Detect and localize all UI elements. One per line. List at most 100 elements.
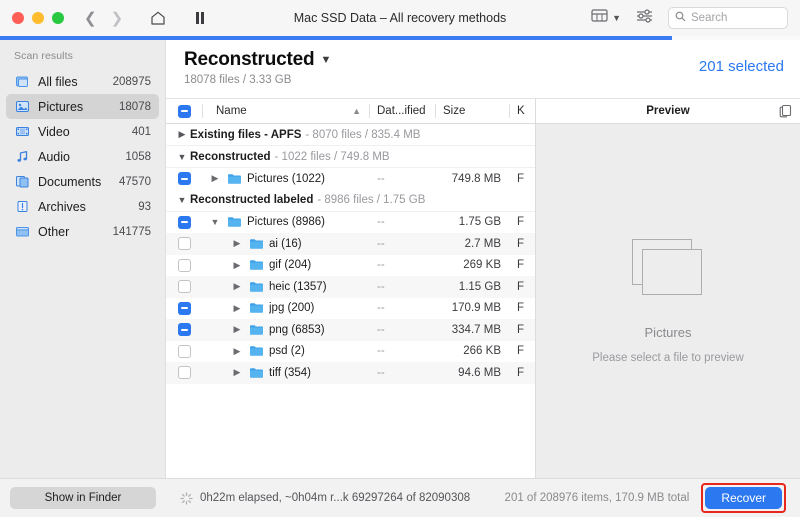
group-label: Existing files - APFS: [190, 128, 302, 141]
chevron-right-icon[interactable]: ▶: [230, 303, 244, 314]
row-checkbox[interactable]: [166, 323, 202, 337]
preview-header: Preview: [536, 99, 800, 124]
sidebar-item-pictures[interactable]: Pictures 18078: [6, 94, 159, 119]
checkbox-off-icon: [177, 280, 191, 294]
row-date-cell: --: [377, 237, 385, 250]
app-window: ❮ ❯ Mac SSD Data – All recovery methods …: [0, 0, 800, 517]
row-size-cell: 1.15 GB: [458, 280, 501, 293]
home-icon[interactable]: [149, 9, 167, 27]
column-header-date-modified[interactable]: Dat...ified: [369, 99, 435, 123]
row-label: gif (204): [269, 259, 312, 272]
table-group-row[interactable]: ▼ Reconstructed - 1022 files / 749.8 MB: [166, 146, 535, 168]
table-row[interactable]: ▶ Pictures (1022) -- 749.8 MB F: [166, 168, 535, 190]
recovery-method-selector[interactable]: Reconstructed ▼: [184, 49, 331, 71]
chevron-down-icon[interactable]: ▼: [174, 152, 190, 162]
chevron-down-icon[interactable]: ▼: [208, 217, 222, 227]
table-row[interactable]: ▶ psd (2) -- 266 KB F: [166, 341, 535, 363]
table-row[interactable]: ▶ png (6853) -- 334.7 MB F: [166, 319, 535, 341]
chevron-right-icon[interactable]: ▶: [230, 238, 244, 249]
recover-button[interactable]: Recover: [705, 487, 782, 509]
checkbox-mixed-icon: [177, 323, 191, 337]
sidebar-item-label: Audio: [38, 149, 70, 164]
row-date-cell: --: [377, 302, 385, 315]
sidebar-item-video[interactable]: Video 401: [6, 119, 159, 144]
row-kind-cell: F: [517, 216, 525, 229]
chevron-right-icon[interactable]: ▶: [230, 260, 244, 271]
show-in-finder-button[interactable]: Show in Finder: [10, 487, 156, 509]
duplicate-icon[interactable]: [779, 104, 792, 121]
chevron-right-icon[interactable]: ❯: [111, 11, 124, 26]
row-checkbox[interactable]: [166, 237, 202, 251]
row-checkbox[interactable]: [166, 280, 202, 294]
row-checkbox[interactable]: [166, 301, 202, 315]
scan-progress-text: 0h22m elapsed, ~0h04m r...k 69297264 of …: [200, 492, 471, 504]
table-group-row[interactable]: ▶ Existing files - APFS - 8070 files / 835…: [166, 124, 535, 146]
column-header-kind[interactable]: K: [509, 99, 535, 123]
search-input[interactable]: Search: [668, 7, 788, 29]
sidebar-item-label: All files: [38, 74, 78, 89]
row-kind-cell: F: [517, 302, 525, 315]
folder-icon: [249, 345, 264, 357]
row-label: Pictures (8986): [247, 216, 325, 229]
chevron-left-icon[interactable]: ❮: [84, 11, 97, 26]
chevron-down-icon: ▼: [320, 54, 332, 66]
row-size-cell: 266 KB: [463, 345, 501, 358]
checkbox-off-icon: [177, 344, 191, 358]
sidebar-item-all-files[interactable]: All files 208975: [6, 69, 159, 94]
row-date-cell: --: [377, 345, 385, 358]
stacked-images-icon: [632, 238, 704, 299]
row-name-cell: ▶ Pictures (1022): [202, 173, 369, 185]
chevron-down-icon: ▼: [612, 12, 621, 23]
chevron-right-icon[interactable]: ▶: [230, 324, 244, 335]
column-header-label: Dat...ified: [377, 105, 426, 117]
checkbox-off-icon: [177, 366, 191, 380]
page-title: Reconstructed: [184, 49, 315, 70]
row-checkbox[interactable]: [166, 215, 202, 229]
minimize-button[interactable]: [32, 12, 44, 24]
column-header-size[interactable]: Size: [435, 99, 509, 123]
documents-icon: [14, 174, 30, 190]
maximize-button[interactable]: [52, 12, 64, 24]
row-size-cell: 334.7 MB: [451, 323, 501, 336]
row-checkbox[interactable]: [166, 258, 202, 272]
column-header-name[interactable]: Name ▲: [202, 99, 369, 123]
close-button[interactable]: [12, 12, 24, 24]
row-label: psd (2): [269, 345, 305, 358]
sidebar-item-other[interactable]: Other 141775: [6, 219, 159, 244]
chevron-right-icon[interactable]: ▶: [174, 129, 190, 140]
table-row[interactable]: ▼ Pictures (8986) -- 1.75 GB F: [166, 212, 535, 234]
table-view-icon: [591, 8, 608, 28]
sidebar-item-documents[interactable]: Documents 47570: [6, 169, 159, 194]
row-checkbox[interactable]: [166, 344, 202, 358]
selection-summary: 201 of 208976 items, 170.9 MB total: [504, 492, 690, 504]
table-row[interactable]: ▶ tiff (354) -- 94.6 MB F: [166, 362, 535, 384]
chevron-right-icon[interactable]: ▶: [208, 173, 222, 184]
selected-count[interactable]: 201 selected: [699, 49, 784, 75]
select-all-checkbox[interactable]: [166, 99, 202, 123]
table-row[interactable]: ▶ ai (16) -- 2.7 MB F: [166, 233, 535, 255]
checkbox-off-icon: [177, 258, 191, 272]
sliders-icon[interactable]: [635, 8, 654, 29]
row-checkbox[interactable]: [166, 366, 202, 380]
pause-icon[interactable]: [193, 10, 207, 26]
sidebar-item-count: 18078: [119, 100, 151, 113]
chevron-right-icon[interactable]: ▶: [230, 281, 244, 292]
row-checkbox[interactable]: [166, 172, 202, 186]
sidebar-item-archives[interactable]: Archives 93: [6, 194, 159, 219]
folder-icon: [249, 302, 264, 314]
folder-icon: [227, 216, 242, 228]
table-row[interactable]: ▶ heic (1357) -- 1.15 GB F: [166, 276, 535, 298]
row-kind-cell: F: [517, 366, 525, 379]
table-group-row[interactable]: ▼ Reconstructed labeled - 8986 files / 1.7…: [166, 190, 535, 212]
table-row[interactable]: ▶ gif (204) -- 269 KB F: [166, 255, 535, 277]
chevron-right-icon[interactable]: ▶: [230, 367, 244, 378]
group-label: Reconstructed: [190, 150, 271, 163]
table-row[interactable]: ▶ jpg (200) -- 170.9 MB F: [166, 298, 535, 320]
chevron-down-icon[interactable]: ▼: [174, 195, 190, 205]
row-name-cell: ▶ heic (1357): [202, 281, 369, 293]
sidebar-item-audio[interactable]: Audio 1058: [6, 144, 159, 169]
view-mode-button[interactable]: ▼: [591, 8, 621, 28]
audio-icon: [14, 149, 30, 165]
chevron-right-icon[interactable]: ▶: [230, 346, 244, 357]
row-kind-cell: F: [517, 259, 525, 272]
